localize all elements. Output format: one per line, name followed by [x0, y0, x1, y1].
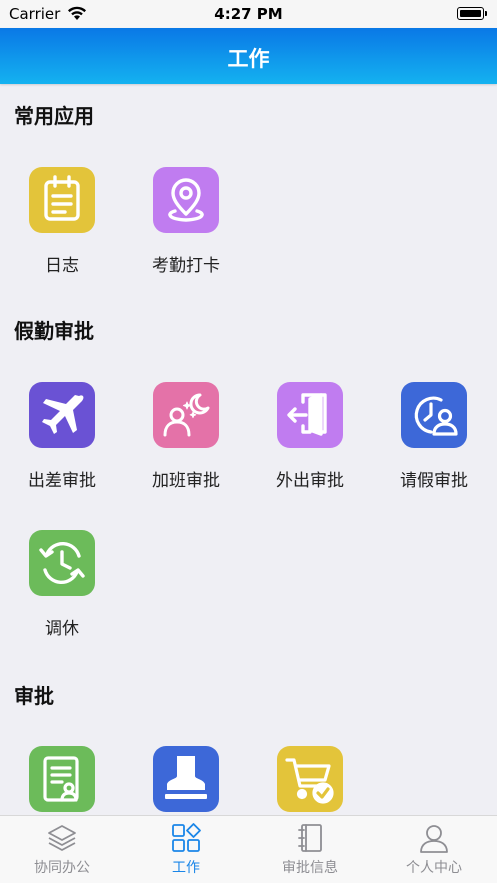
- exit-door-icon: [277, 382, 343, 448]
- tab-bar: 协同办公 工作 审批信息 个人中心: [0, 815, 497, 883]
- nav-bar: 工作: [0, 28, 497, 84]
- tab-label-collaboration: 协同办公: [34, 860, 90, 876]
- section-title-common-apps: 常用应用: [14, 104, 94, 128]
- status-time: 4:27 PM: [214, 5, 283, 23]
- app-label-compensatory-leave: 调休: [45, 619, 79, 639]
- app-item-going-out[interactable]: 外出审批: [248, 382, 372, 502]
- status-bar: Carrier 4:27 PM: [0, 0, 497, 28]
- notepad-icon: [29, 167, 95, 233]
- app-item-log[interactable]: 日志: [0, 167, 124, 287]
- battery-icon: [457, 7, 487, 20]
- location-pin-icon: [153, 167, 219, 233]
- tab-label-profile: 个人中心: [406, 860, 462, 876]
- grid-icon: [172, 823, 201, 852]
- app-item-leave-request[interactable]: 请假审批: [372, 382, 496, 502]
- tab-work[interactable]: 工作: [124, 816, 248, 883]
- night-person-icon: [153, 382, 219, 448]
- app-item-document-approval[interactable]: [0, 746, 124, 815]
- section-title-approval: 审批: [14, 684, 54, 708]
- page-title: 工作: [227, 47, 270, 71]
- app-item-overtime[interactable]: 加班审批: [124, 382, 248, 502]
- app-label-leave-request: 请假审批: [400, 471, 468, 491]
- work-content[interactable]: 常用应用 日志 考勤打卡 假勤审批 出差审批 加班审批 外出审批 请假审批 调休…: [0, 84, 497, 815]
- tab-label-work: 工作: [172, 860, 200, 876]
- app-item-compensatory-leave[interactable]: 调休: [0, 530, 124, 650]
- app-label-attendance: 考勤打卡: [152, 256, 220, 276]
- app-label-going-out: 外出审批: [276, 471, 344, 491]
- section-title-leave-approval: 假勤审批: [14, 319, 94, 343]
- app-label-business-trip: 出差审批: [28, 471, 96, 491]
- airplane-icon: [29, 382, 95, 448]
- app-label-log: 日志: [45, 256, 79, 276]
- cart-check-icon: [277, 746, 343, 812]
- app-item-purchase-approval[interactable]: [248, 746, 372, 815]
- layers-icon: [48, 825, 76, 851]
- app-item-seal-approval[interactable]: [124, 746, 248, 815]
- app-item-attendance[interactable]: 考勤打卡: [124, 167, 248, 287]
- app-label-overtime: 加班审批: [152, 471, 220, 491]
- clock-cycle-icon: [29, 530, 95, 596]
- clock-person-icon: [401, 382, 467, 448]
- document-person-icon: [29, 746, 95, 812]
- stamp-icon: [153, 746, 219, 812]
- app-item-business-trip[interactable]: 出差审批: [0, 382, 124, 502]
- tab-label-approval-info: 审批信息: [282, 860, 338, 876]
- person-icon: [420, 825, 448, 853]
- notebook-icon: [298, 824, 322, 852]
- tab-approval-info[interactable]: 审批信息: [248, 816, 372, 883]
- tab-profile[interactable]: 个人中心: [372, 816, 496, 883]
- tab-collaboration[interactable]: 协同办公: [0, 816, 124, 883]
